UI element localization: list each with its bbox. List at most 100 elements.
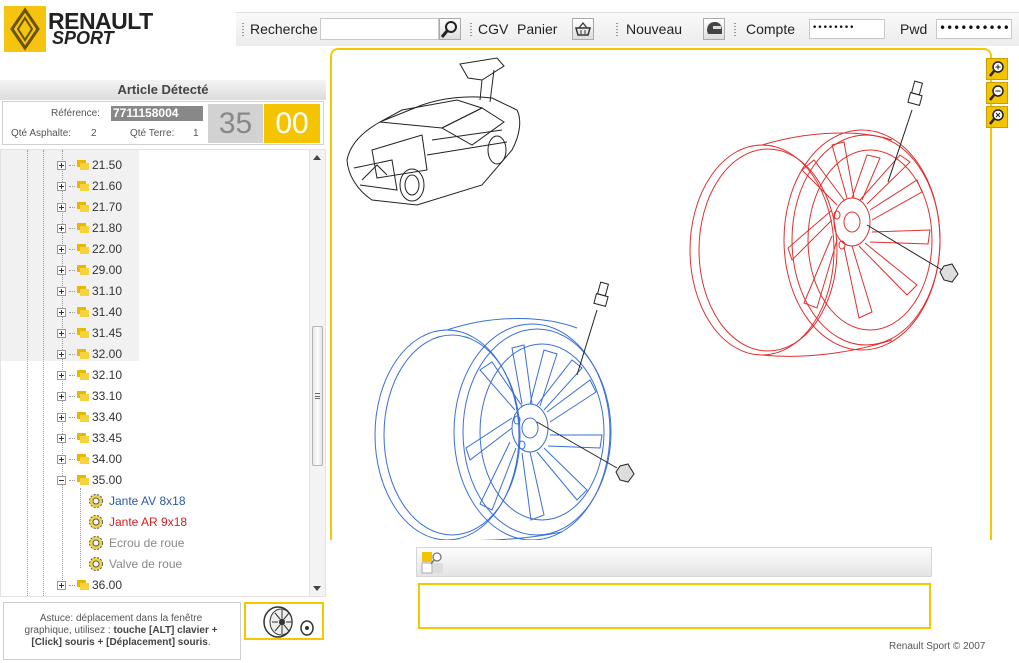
folder-icon: [77, 433, 89, 443]
cart-link[interactable]: Panier: [517, 21, 557, 37]
tree-folder-item[interactable]: 31.10: [57, 281, 122, 301]
tree-part-item[interactable]: Valve de roue: [87, 554, 182, 574]
tree-folder-item[interactable]: 21.70: [57, 197, 122, 217]
scroll-up-arrow-icon[interactable]: [313, 155, 321, 160]
cart-button[interactable]: [572, 18, 594, 40]
scroll-down-arrow-icon[interactable]: [313, 586, 321, 591]
tree-folder-item[interactable]: 34.00: [57, 449, 122, 469]
folder-icon: [77, 265, 89, 275]
tree-part-label: Ecrou de roue: [109, 536, 185, 550]
rear-nut-drawing: [866, 224, 959, 283]
reference-value[interactable]: 7711158004: [111, 106, 203, 121]
tree-connector: [69, 332, 75, 334]
exploded-parts-diagram[interactable]: [332, 50, 992, 540]
expand-icon[interactable]: [57, 160, 66, 170]
tree-folder-item[interactable]: 33.10: [57, 386, 122, 406]
tree-folder-item[interactable]: 29.00: [57, 260, 122, 280]
zoom-in-button[interactable]: [986, 58, 1008, 80]
selection-icon[interactable]: [420, 550, 446, 576]
new-account-button[interactable]: [703, 18, 725, 40]
expand-icon[interactable]: [57, 286, 66, 296]
new-account-link[interactable]: Nouveau: [626, 21, 682, 37]
folder-icon: [77, 244, 89, 254]
tree-folder-label: 21.50: [92, 158, 123, 172]
article-info-box: Référence: 7711158004 Qté Asphalte: 2 Qt…: [2, 101, 324, 145]
expand-icon[interactable]: [57, 328, 66, 338]
zoom-out-button[interactable]: [986, 82, 1008, 104]
tree-folder-item[interactable]: 36.00: [57, 575, 122, 595]
tree-folder-item[interactable]: 32.00: [57, 344, 122, 364]
tree-part-label: Jante AV 8x18: [109, 494, 186, 508]
tree-folder-label: 34.00: [92, 452, 123, 466]
expand-icon[interactable]: [57, 181, 66, 191]
search-input[interactable]: [320, 18, 439, 40]
collapse-icon[interactable]: [57, 475, 66, 485]
separator: [734, 23, 736, 37]
expand-icon[interactable]: [57, 370, 66, 380]
qty-terre-value: 1: [193, 128, 199, 139]
scroll-thumb[interactable]: [312, 326, 323, 466]
zoom-out-icon: [989, 85, 1004, 101]
magnifier-icon: [440, 21, 457, 38]
expand-icon[interactable]: [57, 202, 66, 212]
tree-folder-label: 21.80: [92, 221, 123, 235]
folder-icon: [77, 202, 89, 212]
expand-icon[interactable]: [57, 307, 66, 317]
wheel-thumbnail[interactable]: [244, 602, 324, 640]
tree-guide: [80, 488, 81, 568]
tree-connector: [69, 269, 75, 271]
cgv-link[interactable]: CGV: [478, 21, 508, 37]
expand-icon[interactable]: [57, 391, 66, 401]
expand-icon[interactable]: [57, 223, 66, 233]
expand-icon[interactable]: [57, 454, 66, 464]
folder-icon: [77, 454, 89, 464]
tree-scrollbar[interactable]: [309, 150, 325, 596]
car-drawing: [346, 57, 521, 206]
tree-folder-item[interactable]: 33.40: [57, 407, 122, 427]
expand-icon[interactable]: [57, 433, 66, 443]
search-button[interactable]: [439, 18, 461, 40]
selection-details-field[interactable]: [418, 583, 931, 629]
account-label: Compte: [746, 21, 796, 37]
password-input[interactable]: ••••••••••: [936, 19, 1012, 39]
expand-icon[interactable]: [57, 349, 66, 359]
tree-part-label: Jante AR 9x18: [109, 515, 188, 529]
front-valve-drawing: [576, 281, 610, 376]
tree-connector: [69, 395, 75, 397]
parts-tree: 21.50 21.60 21.70 21.80 22.00 29.00 31.10 31.40…: [0, 149, 326, 597]
tree-folder-item[interactable]: 31.45: [57, 323, 122, 343]
hint-shortcut-2: [Click] souris + [Déplacement] souris: [31, 637, 208, 648]
tree-part-item[interactable]: Jante AR 9x18: [87, 512, 187, 532]
tree-folder-label: 36.00: [92, 578, 123, 592]
front-nut-drawing: [536, 421, 635, 483]
renault-sport-logo[interactable]: RENAULT SPORT: [4, 6, 164, 54]
hint-shortcut-1: touche [ALT] clavier +: [113, 625, 218, 636]
section-code: 35: [208, 104, 263, 143]
zoom-in-icon: [989, 61, 1004, 77]
selection-toolbar: [416, 547, 932, 577]
reference-label: Référence:: [51, 108, 100, 119]
tree-folder-label: 33.10: [92, 389, 123, 403]
tree-folder-item[interactable]: 33.45: [57, 428, 122, 448]
folder-icon: [77, 286, 89, 296]
rear-rim-drawing: [689, 129, 941, 357]
tree-folder-item[interactable]: 22.00: [57, 239, 122, 259]
qty-terre-label: Qté Terre:: [130, 128, 175, 139]
expand-icon[interactable]: [57, 265, 66, 275]
account-input[interactable]: •••••••• ••••••: [809, 19, 885, 39]
tree-folder-item[interactable]: 35.00: [57, 470, 122, 490]
logo-sport-text: SPORT: [52, 28, 114, 48]
expand-icon[interactable]: [57, 580, 66, 590]
tree-folder-item[interactable]: 21.80: [57, 218, 122, 238]
tree-folder-item[interactable]: 31.40: [57, 302, 122, 322]
expand-icon[interactable]: [57, 244, 66, 254]
tree-folder-item[interactable]: 21.60: [57, 176, 122, 196]
tree-part-item[interactable]: Ecrou de roue: [87, 533, 184, 553]
tree-folder-item[interactable]: 32.10: [57, 365, 122, 385]
graphic-viewer[interactable]: [330, 48, 992, 540]
zoom-reset-button[interactable]: [986, 106, 1008, 128]
tree-folder-item[interactable]: 21.50: [57, 155, 122, 175]
tree-folder-label: 31.45: [92, 326, 123, 340]
tree-part-item[interactable]: Jante AV 8x18: [87, 491, 186, 511]
expand-icon[interactable]: [57, 412, 66, 422]
